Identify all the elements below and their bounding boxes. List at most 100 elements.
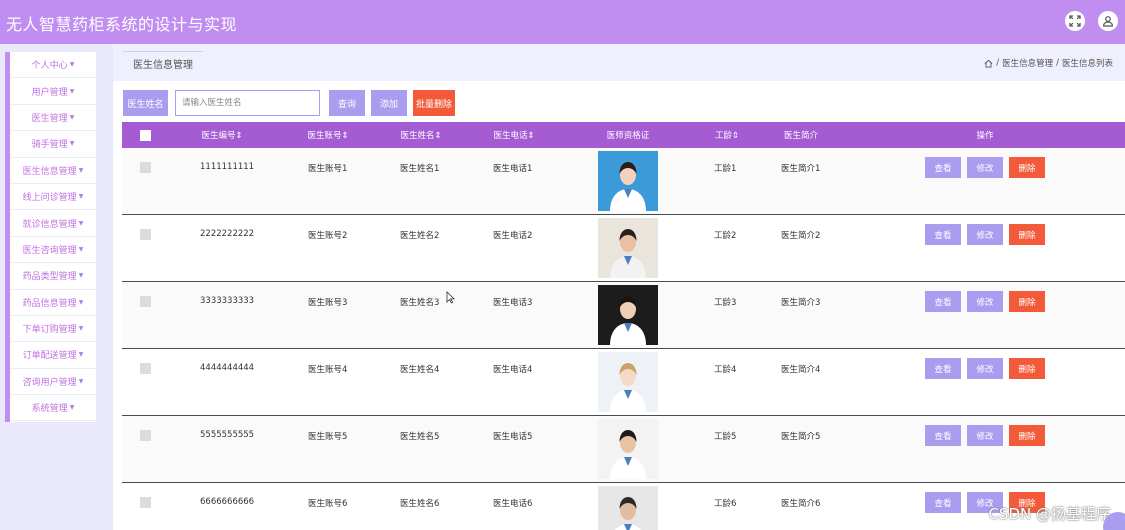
view-button[interactable]: 查看 (925, 425, 961, 446)
bulk-delete-button[interactable]: 批量删除 (413, 90, 455, 116)
add-button[interactable]: 添加 (371, 90, 407, 116)
cell-seniority: 工龄2 (714, 231, 737, 241)
sidebar-item[interactable]: 个人中心 ▼ (10, 52, 96, 79)
delete-button[interactable]: 删除 (1009, 425, 1045, 446)
sidebar-item-label: 系统管理 (31, 404, 68, 415)
edit-button[interactable]: 修改 (967, 224, 1003, 245)
delete-button[interactable]: 删除 (1009, 291, 1045, 312)
cell-account: 医生账号5 (308, 432, 348, 442)
cell-intro: 医生简介3 (781, 298, 821, 308)
chevron-down-icon: ▼ (78, 351, 84, 359)
table-row: 5555555555 医生账号5 医生姓名5 医生电话5 工龄5 医生简介5 查看 修改 删除 (122, 416, 1125, 483)
cell-name: 医生姓名5 (400, 432, 440, 442)
cell-intro: 医生简介4 (781, 365, 821, 375)
col-intro: 医生简介 (783, 131, 818, 141)
sidebar-item[interactable]: 医生咨询管理 ▼ (10, 237, 96, 264)
chevron-down-icon: ▼ (78, 298, 84, 306)
doctor-certificate-photo (598, 419, 658, 479)
sidebar-item[interactable]: 系统管理 ▼ (10, 395, 96, 422)
breadcrumb-bar: 医生信息管理 / 医生信息管理 / 医生信息列表 (113, 44, 1125, 81)
sidebar-menu: 个人中心 ▼ 用户管理 ▼ 医生管理 ▼ 骑手管理 ▼ 医生信息管理 ▼ 线上问诊管理 ▼ 就诊信息管理… (5, 52, 96, 422)
user-icon[interactable] (1098, 11, 1118, 31)
table-header: 医生编号⇕ 医生账号⇕ 医生姓名⇕ 医生电话⇕ 医师资格证 工龄⇕ 医生简介 操… (122, 122, 1125, 148)
col-name[interactable]: 医生姓名⇕ (381, 122, 461, 148)
chevron-down-icon: ▼ (78, 272, 84, 280)
view-button[interactable]: 查看 (925, 224, 961, 245)
row-checkbox[interactable] (140, 296, 151, 307)
cell-account: 医生账号3 (308, 298, 348, 308)
edit-button[interactable]: 修改 (967, 358, 1003, 379)
doctor-certificate-photo (598, 352, 658, 412)
sidebar-item-label: 个人中心 (31, 61, 68, 72)
sidebar-item[interactable]: 用户管理 ▼ (10, 78, 96, 105)
sidebar-item-label: 订单配送管理 (22, 351, 77, 362)
cell-intro: 医生简介5 (781, 432, 821, 442)
fullscreen-icon[interactable] (1065, 11, 1085, 31)
table-row: 2222222222 医生账号2 医生姓名2 医生电话2 工龄2 医生简介2 查看 修改 删除 (122, 215, 1125, 282)
cell-phone: 医生电话5 (493, 432, 533, 442)
row-checkbox[interactable] (140, 229, 151, 240)
row-checkbox[interactable] (140, 363, 151, 374)
col-doctor-no[interactable]: 医生编号⇕ (182, 122, 262, 148)
doctor-certificate-photo (598, 486, 658, 530)
edit-button[interactable]: 修改 (967, 291, 1003, 312)
col-account[interactable]: 医生账号⇕ (288, 122, 368, 148)
col-certificate: 医师资格证 (606, 131, 650, 141)
col-phone[interactable]: 医生电话⇕ (474, 122, 554, 148)
sidebar-item[interactable]: 骑手管理 ▼ (10, 131, 96, 158)
doctor-certificate-photo (598, 218, 658, 278)
sidebar-item[interactable]: 医生管理 ▼ (10, 105, 96, 132)
search-input[interactable] (175, 90, 320, 116)
view-button[interactable]: 查看 (925, 291, 961, 312)
delete-button[interactable]: 删除 (1009, 358, 1045, 379)
sidebar-item-label: 医生管理 (31, 113, 68, 124)
sidebar-item[interactable]: 药品信息管理 ▼ (10, 290, 96, 316)
home-icon[interactable] (984, 59, 993, 68)
sidebar-item[interactable]: 医生信息管理 ▼ (10, 158, 96, 184)
chevron-down-icon: ▼ (69, 87, 75, 95)
sidebar-item-label: 医生信息管理 (22, 166, 77, 177)
cell-doctor-no: 5555555555 (200, 430, 255, 440)
sidebar-item-label: 骑手管理 (31, 140, 68, 151)
chevron-down-icon: ▼ (69, 61, 75, 69)
query-button[interactable]: 查询 (329, 90, 365, 116)
col-seniority[interactable]: 工龄⇕ (702, 122, 752, 148)
view-button[interactable]: 查看 (925, 157, 961, 178)
sidebar-item[interactable]: 药品类型管理 ▼ (10, 263, 96, 290)
cell-phone: 医生电话1 (493, 164, 533, 174)
cell-phone: 医生电话2 (493, 231, 533, 241)
sidebar-item[interactable]: 订单配送管理 ▼ (10, 342, 96, 369)
table-row: 1111111111 医生账号1 医生姓名1 医生电话1 工龄1 医生简介1 查看 修改 删除 (122, 148, 1125, 215)
top-bar: 无人智慧药柜系统的设计与实现 (0, 0, 1125, 44)
cell-seniority: 工龄3 (714, 298, 737, 308)
cell-name: 医生姓名6 (400, 499, 440, 509)
breadcrumb-item[interactable]: 医生信息管理 (1002, 57, 1053, 69)
delete-button[interactable]: 删除 (1009, 224, 1045, 245)
cell-seniority: 工龄6 (714, 499, 737, 509)
edit-button[interactable]: 修改 (967, 425, 1003, 446)
cell-doctor-no: 1111111111 (200, 162, 255, 172)
chevron-down-icon: ▼ (69, 113, 75, 121)
chevron-down-icon: ▼ (69, 140, 75, 148)
edit-button[interactable]: 修改 (967, 157, 1003, 178)
view-button[interactable]: 查看 (925, 358, 961, 379)
sidebar-item[interactable]: 就诊信息管理 ▼ (10, 210, 96, 237)
col-actions: 操作 (976, 131, 994, 141)
view-button[interactable]: 查看 (925, 492, 961, 513)
breadcrumb-item: 医生信息列表 (1061, 59, 1113, 69)
row-checkbox[interactable] (140, 430, 151, 441)
row-checkbox[interactable] (140, 497, 151, 508)
select-all-checkbox[interactable] (140, 130, 151, 141)
doctor-certificate-photo (598, 151, 658, 211)
sidebar-item-label: 就诊信息管理 (22, 219, 77, 230)
delete-button[interactable]: 删除 (1009, 157, 1045, 178)
sidebar-item[interactable]: 线上问诊管理 ▼ (10, 184, 96, 211)
sidebar-item[interactable]: 咨询用户管理 ▼ (10, 369, 96, 396)
cell-seniority: 工龄4 (714, 365, 737, 375)
sidebar-item[interactable]: 下单订购管理 ▼ (10, 316, 96, 343)
chevron-down-icon: ▼ (69, 404, 75, 412)
cell-phone: 医生电话6 (493, 499, 533, 509)
row-checkbox[interactable] (140, 162, 151, 173)
chevron-down-icon: ▼ (78, 219, 84, 227)
chevron-down-icon: ▼ (78, 166, 84, 174)
